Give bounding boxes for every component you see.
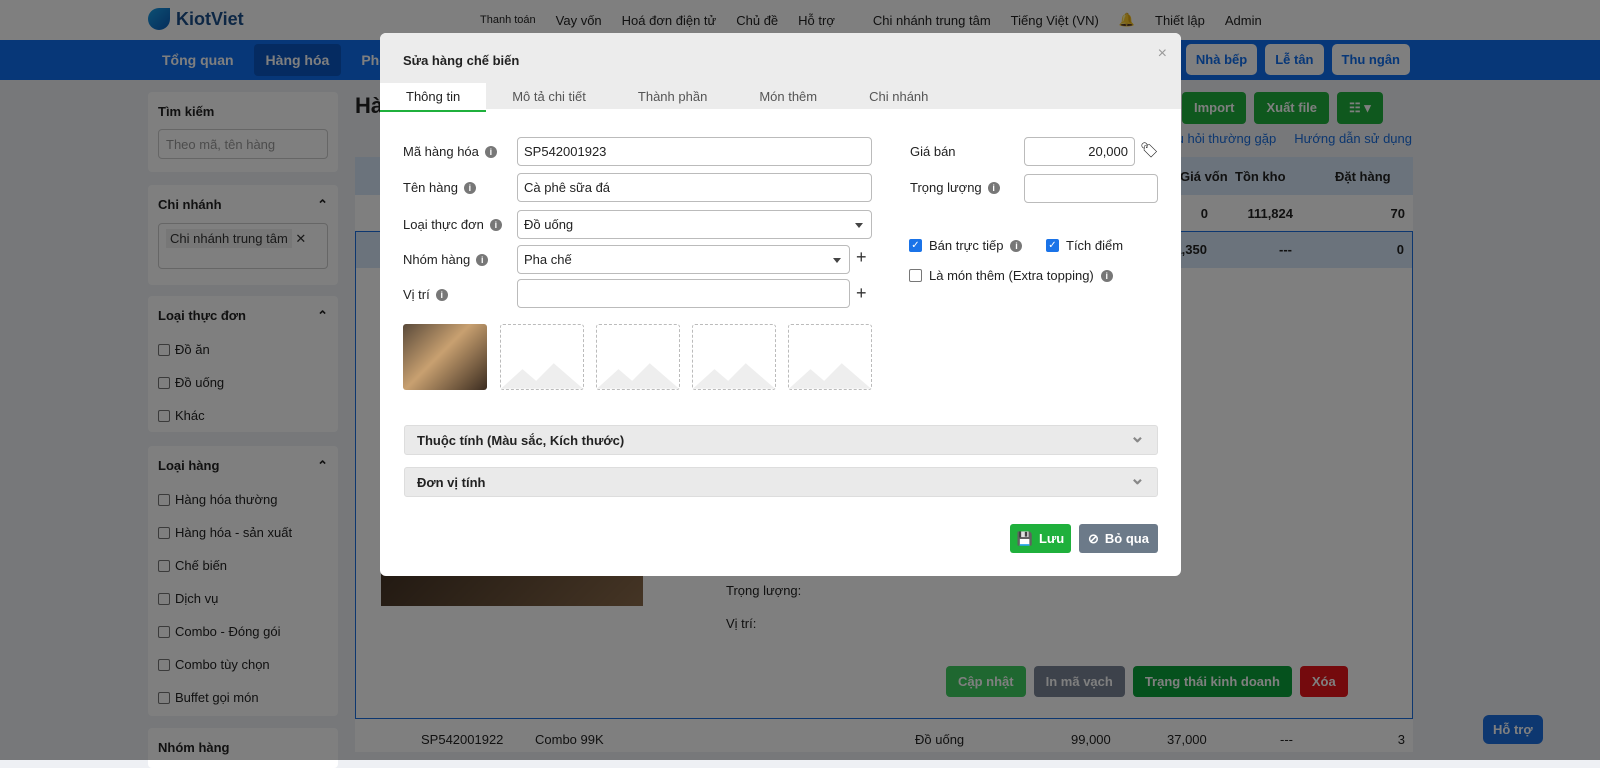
group-select[interactable]: Pha chế	[517, 245, 850, 274]
image-placeholder-icon	[597, 363, 679, 389]
info-icon: i	[463, 181, 476, 194]
info-icon: i	[987, 181, 1000, 194]
info-icon: i	[476, 253, 489, 266]
product-photo[interactable]	[403, 324, 487, 390]
image-placeholder[interactable]	[788, 324, 872, 390]
save-icon: 💾	[1016, 530, 1033, 546]
tab-ingredients[interactable]: Thành phần	[612, 83, 733, 112]
price-label: Giá bán	[910, 144, 956, 159]
cancel-icon: ⊘	[1088, 530, 1099, 546]
info-icon: i	[489, 218, 502, 231]
tab-branch[interactable]: Chi nhánh	[843, 83, 954, 112]
menu-type-select[interactable]: Đồ uống	[517, 210, 872, 239]
weight-label: Trọng lượng i	[910, 180, 1000, 195]
location-input[interactable]	[517, 279, 850, 308]
price-tag-icon[interactable]: 🏷	[1140, 141, 1159, 159]
group-label: Nhóm hàng i	[403, 252, 489, 267]
location-label: Vị trí i	[403, 287, 448, 302]
unit-accordion[interactable]: Đơn vị tính	[404, 467, 1158, 497]
points-checkbox[interactable]: ✓ Tích điểm	[1046, 238, 1123, 253]
add-location-icon[interactable]: +	[856, 283, 867, 304]
add-group-icon[interactable]: +	[856, 247, 867, 268]
code-label: Mã hàng hóa i	[403, 144, 497, 159]
modal-title: Sửa hàng chế biến	[403, 53, 520, 68]
name-input[interactable]: Cà phê sữa đá	[517, 173, 872, 202]
info-icon: i	[1010, 239, 1023, 252]
direct-sale-checkbox[interactable]: ✓ Bán trực tiếp i	[909, 238, 1023, 253]
image-placeholder[interactable]	[500, 324, 584, 390]
info-icon: i	[484, 145, 497, 158]
info-icon: i	[1100, 269, 1113, 282]
tab-info[interactable]: Thông tin	[380, 83, 487, 112]
modal-header: Sửa hàng chế biến × Thông tin Mô tả chi …	[380, 33, 1181, 112]
image-placeholder-icon	[693, 363, 775, 389]
tab-extras[interactable]: Món thêm	[733, 83, 843, 112]
modal-tabs: Thông tin Mô tả chi tiết Thành phần Món …	[380, 83, 954, 112]
edit-product-modal: Sửa hàng chế biến × Thông tin Mô tả chi …	[380, 33, 1181, 576]
image-placeholder-icon	[789, 363, 871, 389]
menu-type-label: Loại thực đơn i	[403, 217, 502, 232]
name-label: Tên hàng i	[403, 180, 476, 195]
close-icon[interactable]: ×	[1158, 45, 1167, 63]
image-placeholder[interactable]	[596, 324, 680, 390]
image-placeholder-icon	[501, 363, 583, 389]
price-input[interactable]: 20,000	[1024, 137, 1135, 166]
weight-input[interactable]	[1024, 174, 1158, 203]
topping-checkbox[interactable]: Là món thêm (Extra topping) i	[909, 268, 1113, 283]
cancel-button[interactable]: ⊘ Bỏ qua	[1079, 524, 1158, 553]
image-placeholder[interactable]	[692, 324, 776, 390]
tab-description[interactable]: Mô tả chi tiết	[486, 83, 612, 112]
save-button[interactable]: 💾 Lưu	[1010, 524, 1071, 553]
attributes-accordion[interactable]: Thuộc tính (Màu sắc, Kích thước)	[404, 425, 1158, 455]
code-input[interactable]: SP542001923	[517, 137, 872, 166]
info-icon: i	[435, 288, 448, 301]
